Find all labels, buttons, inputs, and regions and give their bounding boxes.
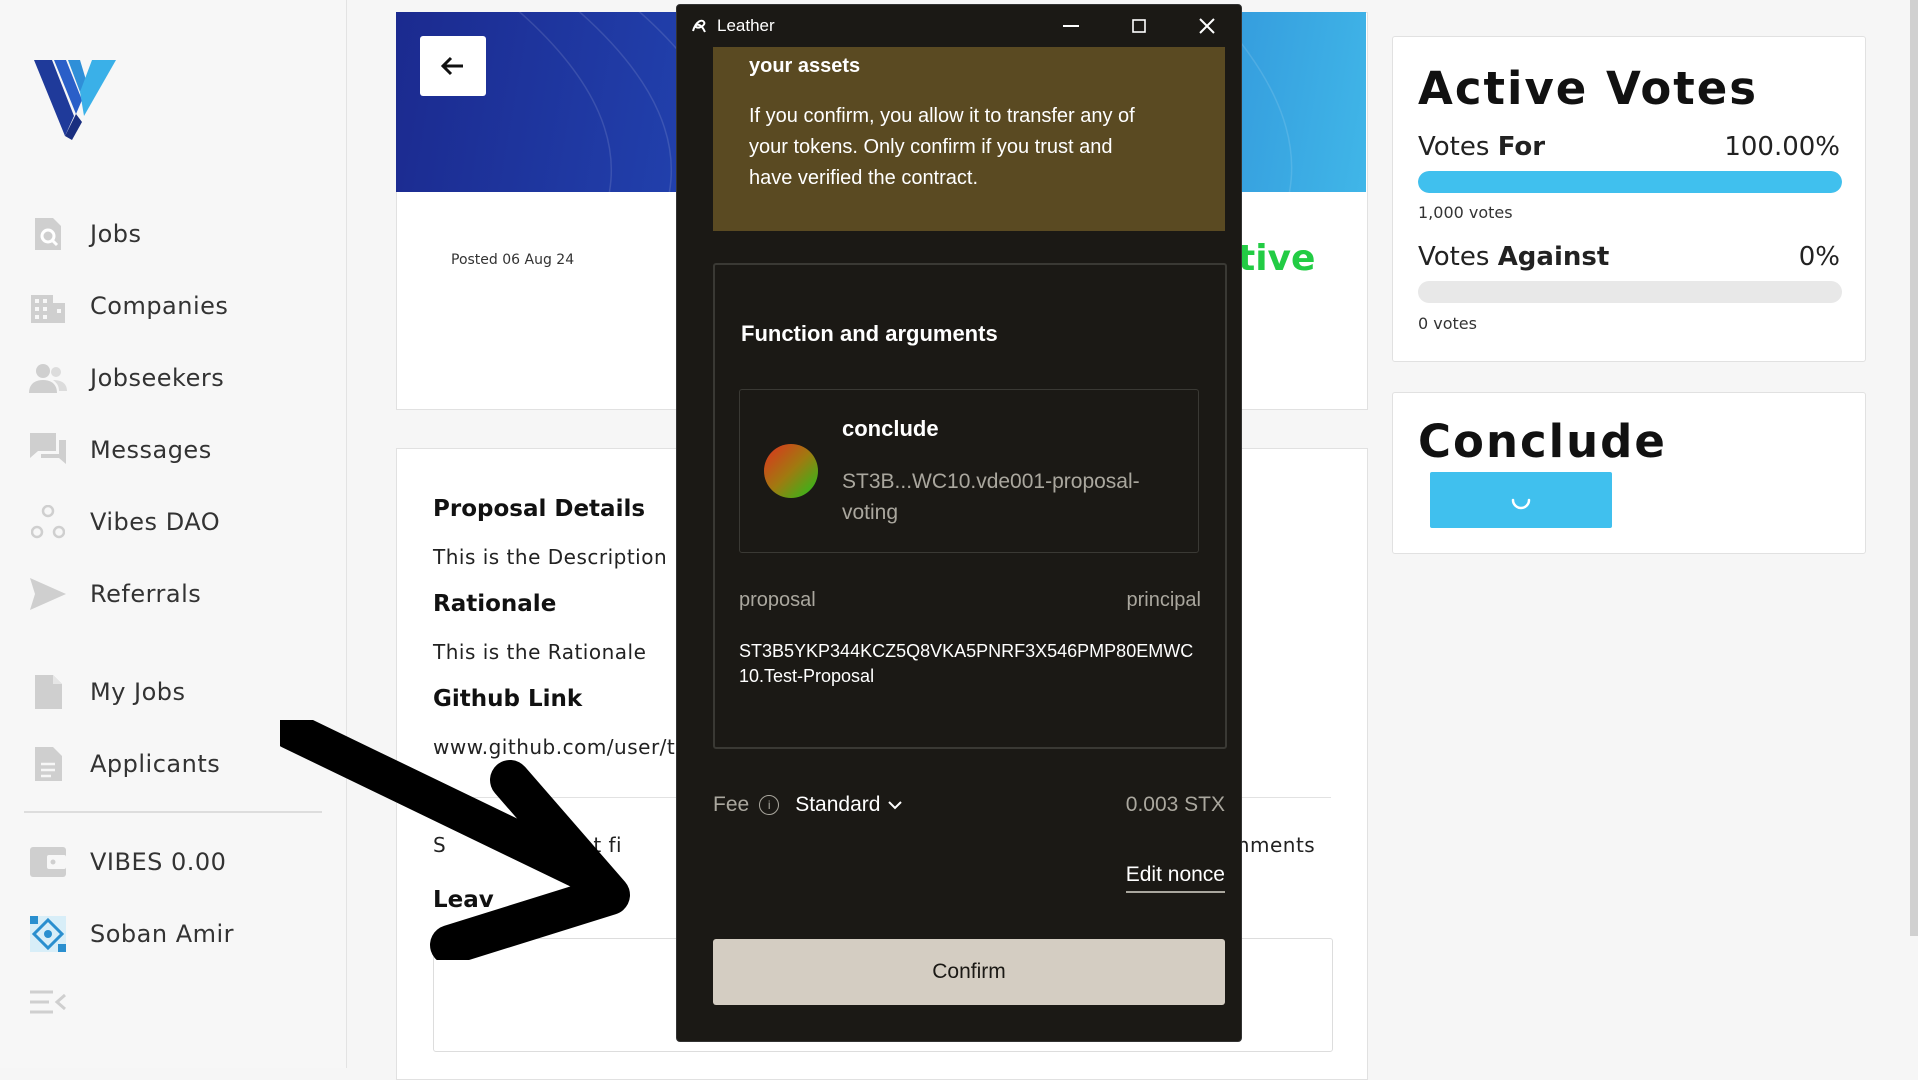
building-icon — [28, 286, 68, 326]
close-icon — [1199, 18, 1215, 34]
info-icon[interactable]: i — [759, 795, 780, 815]
send-icon — [28, 574, 68, 614]
sidebar-item-label: Jobs — [90, 220, 142, 248]
sidebar-item-label: Soban Amir — [90, 920, 235, 948]
rationale-text: This is the Rationale — [433, 640, 647, 664]
votes-for-count: 1,000 votes — [1418, 203, 1513, 222]
proposal-description: This is the Description — [433, 545, 668, 569]
sidebar-item-messages[interactable]: Messages — [28, 428, 212, 472]
comments-count-label: mments — [1230, 833, 1316, 857]
collapse-menu-icon — [28, 982, 68, 1022]
sidebar-item-referrals[interactable]: Referrals — [28, 572, 201, 616]
status-active-label: tive — [1238, 238, 1316, 279]
sidebar-item-label: VIBES 0.00 — [90, 848, 227, 876]
conclude-title: Conclude — [1418, 415, 1667, 468]
votes-for-fill — [1418, 171, 1842, 193]
votes-for-percent: 100.00% — [1724, 132, 1840, 162]
warning-banner: your assets If you confirm, you allow it… — [713, 47, 1225, 231]
sidebar-item-label: Jobseekers — [90, 364, 225, 392]
fee-row: Fee i Standard 0.003 STX — [713, 793, 1225, 817]
sidebar-item-companies[interactable]: Companies — [28, 284, 228, 328]
votes-for-row: Votes For 100.00% — [1418, 132, 1840, 162]
argument-type: principal — [1126, 589, 1201, 611]
maximize-icon — [1132, 19, 1146, 33]
chat-icon — [28, 430, 68, 470]
sidebar-item-label: Companies — [90, 292, 229, 320]
posted-date: Posted 06 Aug 24 — [451, 252, 575, 268]
sidebar-item-label: Messages — [90, 436, 212, 464]
confirm-button[interactable]: Confirm — [713, 939, 1225, 1005]
sidebar-item-jobs[interactable]: Jobs — [28, 212, 142, 256]
votes-against-count: 0 votes — [1418, 314, 1477, 333]
leather-app-icon — [689, 16, 709, 36]
warning-text: If you confirm, you allow it to transfer… — [749, 105, 1135, 189]
chevron-down-icon — [888, 801, 903, 810]
sidebar-item-label: Applicants — [90, 750, 221, 778]
argument-name: proposal — [739, 589, 816, 611]
sidebar-item-label: My Jobs — [90, 678, 186, 706]
fee-label: Fee — [713, 793, 750, 816]
dao-icon — [28, 502, 68, 542]
sidebar-item-jobseekers[interactable]: Jobseekers — [28, 356, 224, 400]
sidebar-item-profile[interactable]: Soban Amir — [28, 912, 234, 956]
vibes-logo[interactable] — [34, 56, 116, 140]
function-card: conclude ST3B...WC10.vde001-proposal-vot… — [739, 389, 1199, 553]
arrow-left-icon — [441, 56, 463, 76]
function-arguments-panel: Function and arguments conclude ST3B...W… — [713, 263, 1227, 749]
conclude-button[interactable] — [1430, 472, 1612, 528]
fee-speed-value: Standard — [795, 793, 881, 816]
warning-heading: your assets — [749, 55, 861, 77]
votes-for-label: Votes For — [1418, 132, 1546, 162]
hand-drawn-arrow-annotation — [280, 720, 630, 960]
votes-against-row: Votes Against 0% — [1418, 242, 1840, 272]
rationale-heading: Rationale — [433, 591, 557, 617]
loading-spinner-icon — [1511, 498, 1531, 510]
search-document-icon — [28, 214, 68, 254]
edit-nonce-link[interactable]: Edit nonce — [1125, 863, 1225, 893]
proposal-details-heading: Proposal Details — [433, 496, 646, 522]
sidebar-item-vibes-dao[interactable]: Vibes DAO — [28, 500, 220, 544]
minimize-button[interactable] — [1037, 5, 1105, 47]
list-document-icon — [28, 744, 68, 784]
function-arguments-heading: Function and arguments — [741, 321, 998, 346]
close-button[interactable] — [1173, 5, 1241, 47]
window-titlebar: Leather — [677, 5, 1241, 47]
contract-avatar — [764, 444, 818, 498]
minimize-icon — [1063, 25, 1079, 27]
votes-against-bar — [1418, 281, 1842, 303]
avatar — [28, 914, 68, 954]
page-scrollbar[interactable] — [1910, 0, 1918, 936]
sidebar-item-label: Referrals — [90, 580, 202, 608]
fee-amount: 0.003 STX — [1125, 793, 1225, 816]
function-name: conclude — [842, 416, 939, 441]
maximize-button[interactable] — [1105, 5, 1173, 47]
fee-speed-select[interactable]: Standard — [795, 793, 903, 817]
sidebar-item-wallet[interactable]: VIBES 0.00 — [28, 840, 226, 884]
back-button[interactable] — [420, 36, 486, 96]
sidebar-item-label: Vibes DAO — [90, 508, 221, 536]
votes-against-percent: 0% — [1798, 242, 1840, 272]
argument-value: ST3B5YKP344KCZ5Q8VKA5PNRF3X546PMP80EMWC1… — [739, 641, 1194, 686]
collapse-sidebar-button[interactable] — [28, 980, 90, 1024]
users-icon — [28, 358, 68, 398]
active-votes-title: Active Votes — [1418, 62, 1759, 115]
votes-against-label: Votes Against — [1418, 242, 1610, 272]
votes-for-bar — [1418, 171, 1842, 193]
sidebar-item-my-jobs[interactable]: My Jobs — [28, 670, 186, 714]
sidebar-divider — [24, 811, 322, 813]
wallet-icon — [28, 842, 68, 882]
document-icon — [28, 672, 68, 712]
contract-identifier: ST3B...WC10.vde001-proposal-voting — [842, 470, 1140, 524]
leather-wallet-window: Leather your assets If you confirm, you … — [676, 4, 1242, 1042]
github-heading: Github Link — [433, 686, 583, 712]
window-title: Leather — [717, 16, 775, 35]
sidebar-item-applicants[interactable]: Applicants — [28, 742, 220, 786]
